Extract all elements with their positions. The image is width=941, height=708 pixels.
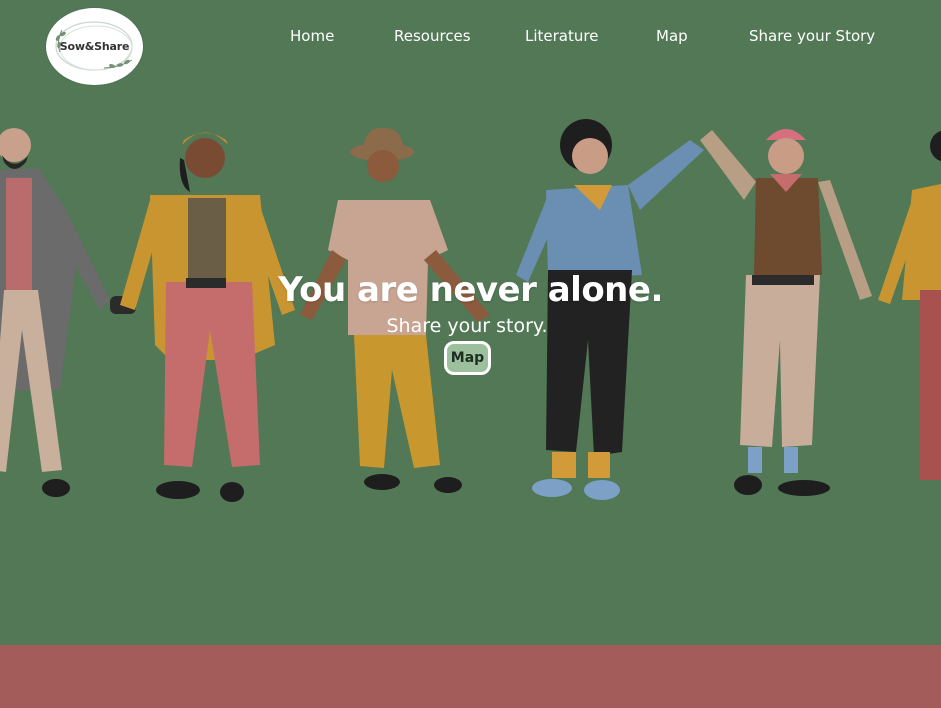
person-1-illustration <box>0 128 136 497</box>
hero-illustration <box>0 119 941 502</box>
footer-band <box>0 645 941 708</box>
person-5-illustration <box>700 129 872 496</box>
hero-title: You are never alone. <box>278 270 663 310</box>
nav-map[interactable]: Map <box>656 27 688 45</box>
hero-subtitle: Share your story. <box>386 315 548 337</box>
nav-resources[interactable]: Resources <box>394 27 471 45</box>
person-3-illustration <box>300 127 490 493</box>
main-nav: Home Resources Literature Map Share your… <box>0 27 941 49</box>
map-button[interactable]: Map <box>444 341 491 375</box>
nav-literature[interactable]: Literature <box>525 27 598 45</box>
nav-home[interactable]: Home <box>290 27 334 45</box>
page: Sow&Share Home Resources Literature Map … <box>0 0 941 708</box>
nav-share-your-story[interactable]: Share your Story <box>749 27 875 45</box>
